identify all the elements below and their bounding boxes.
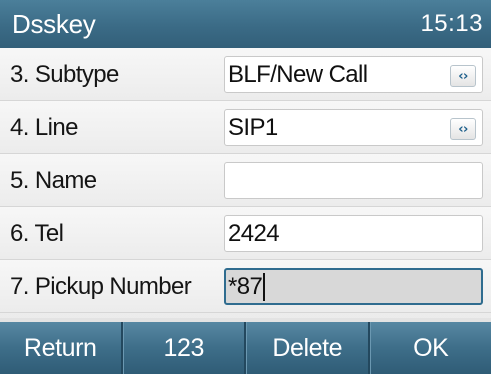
settings-list: 3. Subtype BLF/New Call ‹› 4. Line SIP1 … xyxy=(0,48,491,313)
pickup-number-field[interactable]: *87 xyxy=(224,268,483,305)
subtype-label: 3. Subtype xyxy=(10,60,119,88)
title-bar: Dsskey 15:13 xyxy=(0,0,491,48)
row-name[interactable]: 5. Name xyxy=(0,154,491,207)
row-tel[interactable]: 6. Tel 2424 xyxy=(0,207,491,260)
name-field[interactable] xyxy=(224,162,483,199)
tel-label: 6. Tel xyxy=(10,219,64,247)
name-label: 5. Name xyxy=(10,166,97,194)
row-pickup-number[interactable]: 7. Pickup Number *87 xyxy=(0,260,491,313)
phone-screen: Dsskey 15:13 3. Subtype BLF/New Call ‹› … xyxy=(0,0,491,374)
pickup-number-label: 7. Pickup Number xyxy=(10,272,192,300)
row-line[interactable]: 4. Line SIP1 ‹› xyxy=(0,101,491,154)
page-title: Dsskey xyxy=(12,8,96,39)
pickup-number-value: *87 xyxy=(228,272,263,300)
delete-button[interactable]: Delete xyxy=(246,322,370,374)
subtype-select[interactable]: BLF/New Call ‹› xyxy=(224,56,483,93)
text-caret xyxy=(263,272,266,301)
left-right-arrows-icon[interactable]: ‹› xyxy=(450,118,476,140)
line-select[interactable]: SIP1 ‹› xyxy=(224,109,483,146)
tel-value: 2424 xyxy=(228,219,280,247)
line-label: 4. Line xyxy=(10,113,78,141)
tel-field[interactable]: 2424 xyxy=(224,215,483,252)
subtype-value: BLF/New Call xyxy=(228,60,368,88)
return-button[interactable]: Return xyxy=(0,322,123,374)
softkey-bar: Return 123 Delete OK xyxy=(0,322,491,374)
clock: 15:13 xyxy=(420,10,483,37)
line-value: SIP1 xyxy=(228,113,278,141)
left-right-arrows-icon[interactable]: ‹› xyxy=(450,65,476,87)
ok-button[interactable]: OK xyxy=(369,322,491,374)
input-mode-button[interactable]: 123 xyxy=(122,322,246,374)
row-subtype[interactable]: 3. Subtype BLF/New Call ‹› xyxy=(0,48,491,101)
